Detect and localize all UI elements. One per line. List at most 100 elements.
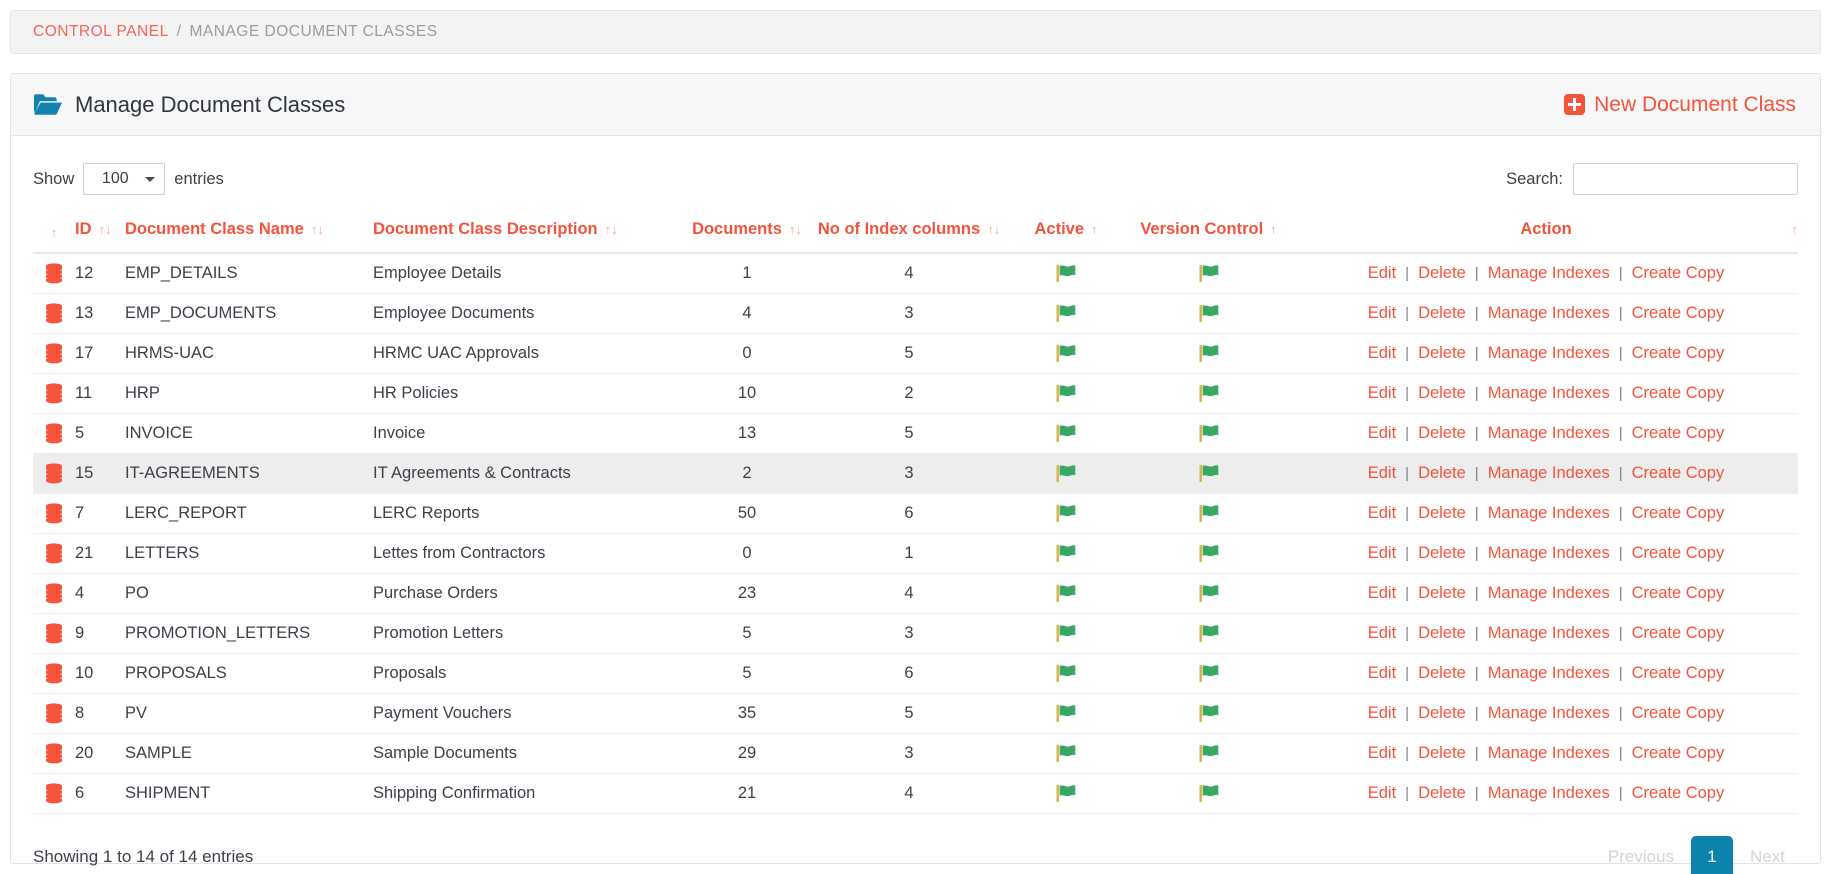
page-length-select[interactable]: 100	[83, 163, 166, 195]
action-manage-indexes-link[interactable]: Manage Indexes	[1488, 744, 1610, 763]
action-delete-link[interactable]: Delete	[1418, 424, 1466, 443]
action-delete-link[interactable]: Delete	[1418, 624, 1466, 643]
action-manage-indexes-link[interactable]: Manage Indexes	[1488, 424, 1610, 443]
green-flag-icon	[1198, 464, 1220, 483]
table-row[interactable]: 9 PROMOTION_LETTERS Promotion Letters 5 3 Edi…	[33, 613, 1798, 654]
action-delete-link[interactable]: Delete	[1418, 304, 1466, 323]
action-delete-link[interactable]: Delete	[1418, 584, 1466, 603]
action-manage-indexes-link[interactable]: Manage Indexes	[1488, 624, 1610, 643]
action-create-copy-link[interactable]: Create Copy	[1632, 704, 1725, 723]
action-edit-link[interactable]: Edit	[1368, 704, 1396, 723]
table-row[interactable]: 15 IT-AGREEMENTS IT Agreements & Contracts…	[33, 453, 1798, 494]
new-document-class-button[interactable]: New Document Class	[1564, 93, 1796, 117]
table-row[interactable]: 17 HRMS-UAC HRMC UAC Approvals 0 5 Edit | Delet…	[33, 333, 1798, 374]
action-delete-link[interactable]: Delete	[1418, 384, 1466, 403]
action-edit-link[interactable]: Edit	[1368, 344, 1396, 363]
action-edit-link[interactable]: Edit	[1368, 304, 1396, 323]
breadcrumb-control-panel-link[interactable]: CONTROL PANEL	[33, 23, 169, 41]
column-header-document-class-description[interactable]: Document Class Description ↑↓	[373, 220, 685, 254]
action-create-copy-link[interactable]: Create Copy	[1632, 624, 1725, 643]
action-edit-link[interactable]: Edit	[1368, 464, 1396, 483]
action-manage-indexes-link[interactable]: Manage Indexes	[1488, 384, 1610, 403]
action-manage-indexes-link[interactable]: Manage Indexes	[1488, 304, 1610, 323]
table-row[interactable]: 8 PV Payment Vouchers 35 5 Edit | Delete | Manage…	[33, 693, 1798, 734]
action-edit-link[interactable]: Edit	[1368, 424, 1396, 443]
action-divider: |	[1474, 505, 1479, 522]
action-create-copy-link[interactable]: Create Copy	[1632, 744, 1725, 763]
table-row[interactable]: 6 SHIPMENT Shipping Confirmation 21 4 Edit | De…	[33, 773, 1798, 814]
action-manage-indexes-link[interactable]: Manage Indexes	[1488, 544, 1610, 563]
action-delete-link[interactable]: Delete	[1418, 464, 1466, 483]
table-row[interactable]: 13 EMP_DOCUMENTS Employee Documents 4 3 Edit |…	[33, 293, 1798, 334]
column-header-documents[interactable]: Documents ↑↓	[685, 220, 809, 254]
action-create-copy-link[interactable]: Create Copy	[1632, 344, 1725, 363]
action-delete-link[interactable]: Delete	[1418, 704, 1466, 723]
action-divider: |	[1474, 465, 1479, 482]
action-divider: |	[1618, 305, 1623, 322]
action-manage-indexes-link[interactable]: Manage Indexes	[1488, 464, 1610, 483]
action-delete-link[interactable]: Delete	[1418, 264, 1466, 283]
table-row[interactable]: 4 PO Purchase Orders 23 4 Edit | Delete | Manage …	[33, 573, 1798, 614]
green-flag-icon	[1198, 584, 1220, 603]
action-edit-link[interactable]: Edit	[1368, 784, 1396, 803]
action-edit-link[interactable]: Edit	[1368, 664, 1396, 683]
action-manage-indexes-link[interactable]: Manage Indexes	[1488, 784, 1610, 803]
action-delete-link[interactable]: Delete	[1418, 784, 1466, 803]
action-create-copy-link[interactable]: Create Copy	[1632, 784, 1725, 803]
action-edit-link[interactable]: Edit	[1368, 544, 1396, 563]
table-row[interactable]: 7 LERC_REPORT LERC Reports 50 6 Edit | Delete | M…	[33, 493, 1798, 534]
row-document-class-description: Shipping Confirmation	[373, 773, 685, 814]
column-header-document-class-name[interactable]: Document Class Name ↑↓	[125, 220, 373, 254]
table-row[interactable]: 11 HRP HR Policies 10 2 Edit | Delete | Manage In…	[33, 373, 1798, 414]
column-header-action[interactable]: Action ↑	[1294, 220, 1798, 254]
column-header-version-control[interactable]: Version Control ↑	[1123, 220, 1294, 254]
action-manage-indexes-link[interactable]: Manage Indexes	[1488, 704, 1610, 723]
action-manage-indexes-link[interactable]: Manage Indexes	[1488, 264, 1610, 283]
action-delete-link[interactable]: Delete	[1418, 344, 1466, 363]
row-action-links: Edit | Delete | Manage Indexes | Create Copy	[1294, 704, 1798, 723]
action-edit-link[interactable]: Edit	[1368, 264, 1396, 283]
row-id: 4	[75, 573, 125, 614]
action-edit-link[interactable]: Edit	[1368, 744, 1396, 763]
action-edit-link[interactable]: Edit	[1368, 504, 1396, 523]
row-active-flag	[1009, 573, 1123, 614]
table-row[interactable]: 5 INVOICE Invoice 13 5 Edit | Delete | Manage Ind…	[33, 413, 1798, 454]
action-create-copy-link[interactable]: Create Copy	[1632, 304, 1725, 323]
pagination-page-1[interactable]: 1	[1691, 836, 1734, 874]
pagination-next[interactable]: Next	[1737, 838, 1798, 874]
action-divider: |	[1618, 665, 1623, 682]
action-manage-indexes-link[interactable]: Manage Indexes	[1488, 664, 1610, 683]
table-row[interactable]: 21 LETTERS Lettes from Contractors 0 1 Edit | D…	[33, 533, 1798, 574]
action-edit-link[interactable]: Edit	[1368, 584, 1396, 603]
action-create-copy-link[interactable]: Create Copy	[1632, 264, 1725, 283]
column-header-id[interactable]: ID ↑↓	[75, 220, 125, 254]
table-row[interactable]: 10 PROPOSALS Proposals 5 6 Edit | Delete | Manage…	[33, 653, 1798, 694]
pagination-previous[interactable]: Previous	[1595, 838, 1687, 874]
action-manage-indexes-link[interactable]: Manage Indexes	[1488, 344, 1610, 363]
action-create-copy-link[interactable]: Create Copy	[1632, 424, 1725, 443]
table-row[interactable]: 20 SAMPLE Sample Documents 29 3 Edit | Delete | M…	[33, 733, 1798, 774]
column-header-icon[interactable]: ↑	[33, 220, 75, 254]
table-row[interactable]: 12 EMP_DETAILS Employee Details 1 4 Edit | Dele…	[33, 253, 1798, 294]
action-delete-link[interactable]: Delete	[1418, 504, 1466, 523]
action-create-copy-link[interactable]: Create Copy	[1632, 464, 1725, 483]
search-input[interactable]	[1573, 163, 1798, 195]
column-header-index-columns[interactable]: No of Index columns ↑↓	[809, 220, 1009, 254]
action-delete-link[interactable]: Delete	[1418, 544, 1466, 563]
row-document-class-name: PROMOTION_LETTERS	[125, 613, 373, 654]
action-delete-link[interactable]: Delete	[1418, 664, 1466, 683]
column-header-active[interactable]: Active ↑	[1009, 220, 1123, 254]
action-edit-link[interactable]: Edit	[1368, 624, 1396, 643]
action-create-copy-link[interactable]: Create Copy	[1632, 544, 1725, 563]
action-manage-indexes-link[interactable]: Manage Indexes	[1488, 584, 1610, 603]
green-flag-icon	[1198, 384, 1220, 403]
action-divider: |	[1405, 345, 1410, 362]
action-delete-link[interactable]: Delete	[1418, 744, 1466, 763]
row-id: 12	[75, 253, 125, 294]
action-edit-link[interactable]: Edit	[1368, 384, 1396, 403]
action-create-copy-link[interactable]: Create Copy	[1632, 384, 1725, 403]
action-create-copy-link[interactable]: Create Copy	[1632, 664, 1725, 683]
action-create-copy-link[interactable]: Create Copy	[1632, 504, 1725, 523]
action-create-copy-link[interactable]: Create Copy	[1632, 584, 1725, 603]
action-manage-indexes-link[interactable]: Manage Indexes	[1488, 504, 1610, 523]
